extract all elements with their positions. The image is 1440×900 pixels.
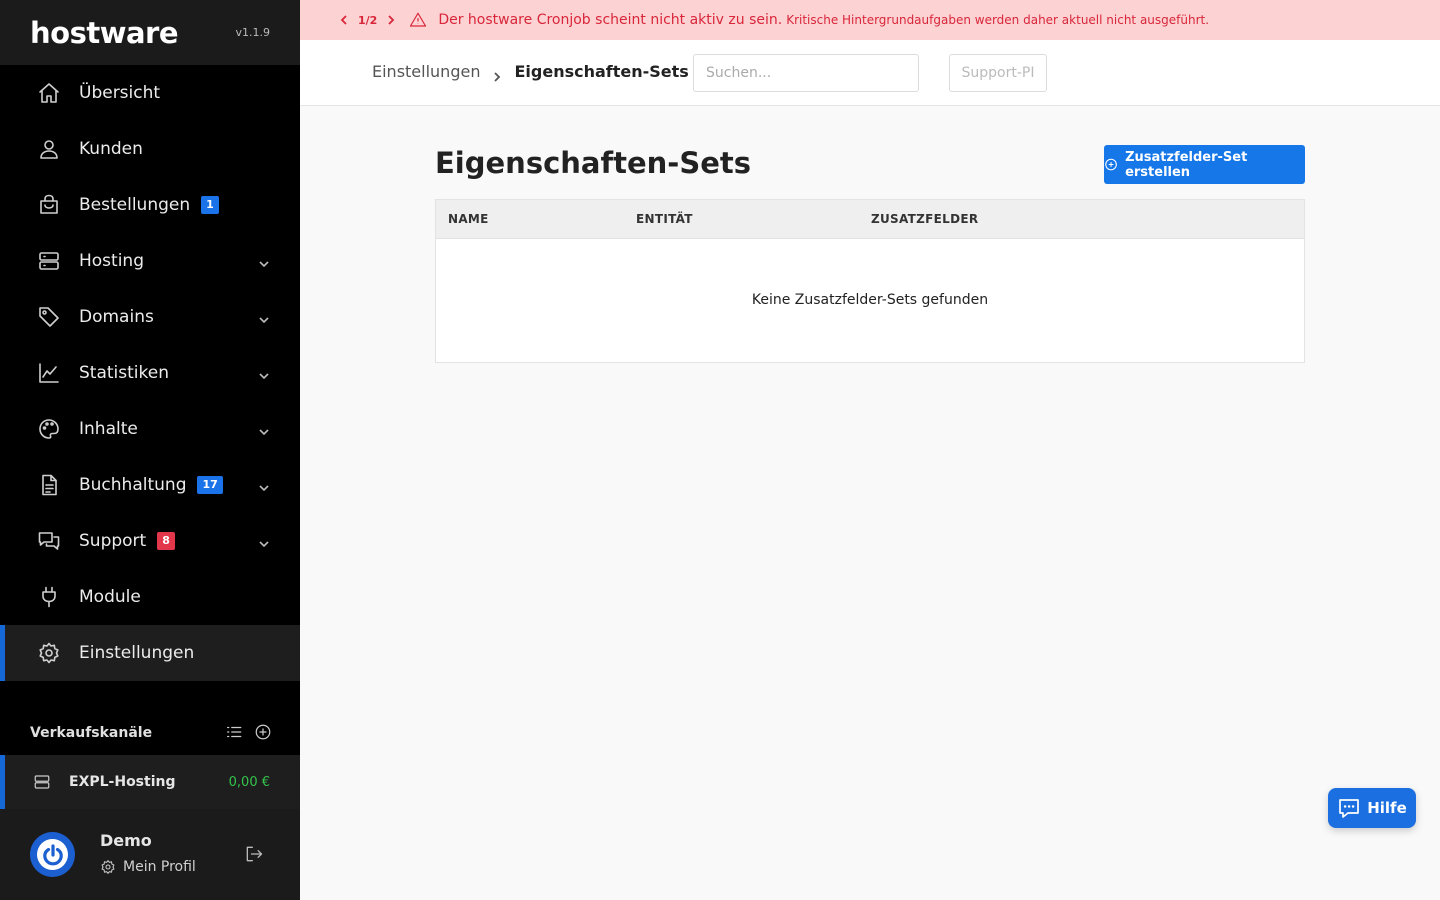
power-icon bbox=[42, 843, 63, 865]
search-input[interactable] bbox=[693, 54, 919, 92]
alert-page-indicator: 1/2 bbox=[358, 13, 378, 27]
chevron-down-icon[interactable] bbox=[258, 423, 270, 436]
sidebar-item-label: Kunden bbox=[79, 139, 143, 159]
warning-icon bbox=[409, 11, 427, 29]
alert-detail: Kritische Hintergrundaufgaben werden dah… bbox=[786, 13, 1210, 27]
sidebar-item-hosting[interactable]: Hosting bbox=[0, 233, 300, 289]
create-button-label: Zusatzfelder-Set erstellen bbox=[1125, 149, 1248, 180]
server-icon bbox=[34, 775, 50, 789]
palette-icon bbox=[36, 416, 62, 442]
plug-icon bbox=[36, 584, 62, 610]
sidebar-item-statistiken[interactable]: Statistiken bbox=[0, 345, 300, 401]
sales-channel-item[interactable]: EXPL-Hosting 0,00 € bbox=[0, 755, 300, 809]
sidebar-item-kunden[interactable]: Kunden bbox=[0, 121, 300, 177]
list-icon[interactable] bbox=[225, 723, 243, 741]
user-icon bbox=[36, 136, 62, 162]
sales-channels-tools bbox=[225, 723, 272, 741]
help-button[interactable]: Hilfe bbox=[1328, 788, 1416, 828]
sidebar-item-support[interactable]: Support 8 bbox=[0, 513, 300, 569]
sidebar-item-uebersicht[interactable]: Übersicht bbox=[0, 65, 300, 121]
sidebar-item-module[interactable]: Module bbox=[0, 569, 300, 625]
sidebar-item-inhalte[interactable]: Inhalte bbox=[0, 401, 300, 457]
invoices-count-badge: 17 bbox=[197, 476, 223, 494]
my-profile-label: Mein Profil bbox=[123, 859, 196, 875]
document-icon bbox=[36, 472, 62, 498]
logout-button[interactable] bbox=[244, 844, 264, 868]
breadcrumb: Einstellungen Eigenschaften-Sets bbox=[372, 62, 689, 82]
orders-count-badge: 1 bbox=[201, 196, 219, 214]
hostware-logo[interactable]: hostware bbox=[30, 16, 179, 50]
alert-message: Der hostware Cronjob scheint nicht aktiv… bbox=[438, 12, 783, 28]
brand-header: hostware v1.1.9 bbox=[0, 0, 300, 65]
help-label: Hilfe bbox=[1367, 799, 1407, 817]
shopping-bag-icon bbox=[36, 192, 62, 218]
main-nav: Übersicht Kunden Bestellungen 1 Hosting … bbox=[0, 65, 300, 681]
sidebar: hostware v1.1.9 Übersicht Kunden Bestell… bbox=[0, 0, 300, 900]
sidebar-item-label: Hosting bbox=[79, 251, 144, 271]
version-label: v1.1.9 bbox=[235, 26, 271, 39]
topbar: Einstellungen Eigenschaften-Sets Support… bbox=[300, 40, 1440, 106]
logout-icon bbox=[246, 846, 263, 862]
sidebar-item-buchhaltung[interactable]: Buchhaltung 17 bbox=[0, 457, 300, 513]
avatar[interactable] bbox=[30, 832, 75, 877]
chevron-right-icon bbox=[492, 67, 502, 82]
sidebar-item-bestellungen[interactable]: Bestellungen 1 bbox=[0, 177, 300, 233]
chevron-down-icon[interactable] bbox=[258, 367, 270, 380]
server-icon bbox=[36, 248, 62, 274]
chevron-right-icon[interactable] bbox=[385, 14, 397, 26]
chevron-down-icon[interactable] bbox=[258, 311, 270, 324]
chart-icon bbox=[36, 360, 62, 386]
sales-channels-title: Verkaufskanäle bbox=[30, 725, 153, 741]
column-header-entity[interactable]: ENTITÄT bbox=[636, 212, 693, 226]
gear-icon bbox=[36, 640, 62, 666]
chevron-down-icon[interactable] bbox=[258, 535, 270, 548]
home-icon bbox=[36, 80, 62, 106]
sidebar-item-label: Domains bbox=[79, 307, 154, 327]
empty-state-text: Keine Zusatzfelder-Sets gefunden bbox=[751, 292, 989, 308]
column-header-name[interactable]: NAME bbox=[448, 212, 489, 226]
chevron-down-icon[interactable] bbox=[258, 255, 270, 268]
sales-channel-amount: 0,00 € bbox=[228, 774, 270, 790]
add-circle-icon[interactable] bbox=[254, 723, 272, 741]
alert-pager: 1/2 bbox=[338, 14, 397, 27]
sidebar-item-einstellungen[interactable]: Einstellungen bbox=[0, 625, 300, 681]
chat-bubble-icon bbox=[1339, 799, 1360, 818]
sidebar-item-label: Statistiken bbox=[79, 363, 169, 383]
create-property-set-button[interactable]: Zusatzfelder-Set erstellen bbox=[1104, 145, 1305, 184]
sidebar-item-label: Bestellungen bbox=[79, 195, 191, 215]
page-title: Eigenschaften-Sets bbox=[435, 146, 751, 180]
cronjob-alert-bar: 1/2 Der hostware Cronjob scheint nicht a… bbox=[300, 0, 1440, 40]
breadcrumb-current: Eigenschaften-Sets bbox=[514, 62, 689, 81]
sidebar-item-domains[interactable]: Domains bbox=[0, 289, 300, 345]
sidebar-item-label: Einstellungen bbox=[79, 643, 195, 663]
chat-icon bbox=[36, 528, 62, 554]
property-sets-table: NAME ENTITÄT ZUSATZFELDER Keine Zusatzfe… bbox=[435, 199, 1305, 363]
sidebar-item-label: Inhalte bbox=[79, 419, 138, 439]
sidebar-item-label: Übersicht bbox=[79, 83, 161, 103]
sales-channels-header: Verkaufskanäle bbox=[0, 720, 300, 746]
gear-icon bbox=[101, 859, 115, 875]
support-pin-field[interactable]: Support-PI bbox=[949, 54, 1047, 92]
column-header-extra-fields[interactable]: ZUSATZFELDER bbox=[871, 212, 978, 226]
user-profile-panel: Demo Mein Profil bbox=[0, 809, 300, 900]
sidebar-item-label: Module bbox=[79, 587, 141, 607]
sidebar-item-label: Support bbox=[79, 531, 147, 551]
tag-icon bbox=[36, 304, 62, 330]
tickets-count-badge: 8 bbox=[157, 532, 175, 550]
sidebar-item-label: Buchhaltung bbox=[79, 475, 187, 495]
user-name: Demo bbox=[100, 831, 152, 850]
chevron-left-icon[interactable] bbox=[338, 14, 350, 26]
sales-channel-name: EXPL-Hosting bbox=[69, 774, 176, 790]
table-header: NAME ENTITÄT ZUSATZFELDER bbox=[436, 200, 1304, 239]
chevron-down-icon[interactable] bbox=[258, 479, 270, 492]
add-circle-icon bbox=[1105, 158, 1117, 171]
breadcrumb-parent[interactable]: Einstellungen bbox=[372, 62, 480, 81]
my-profile-link[interactable]: Mein Profil bbox=[100, 859, 196, 875]
